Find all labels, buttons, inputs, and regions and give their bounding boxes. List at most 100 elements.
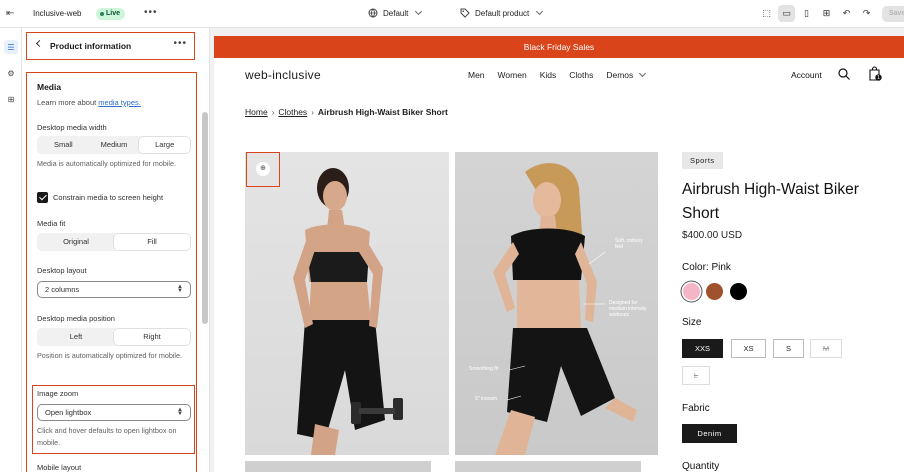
editor-rail: ☰ ⚙ ⊞ bbox=[0, 28, 22, 472]
media-settings: Media Learn more about media types. Desk… bbox=[26, 72, 197, 472]
template-selector[interactable]: Default product bbox=[460, 7, 544, 18]
store-logo[interactable]: web-inclusive bbox=[245, 68, 321, 82]
announcement-bar[interactable]: Black Friday Sales bbox=[214, 36, 904, 58]
zoom-icon[interactable]: ⊕ bbox=[256, 162, 270, 176]
image-note-inseam: 5" inseam bbox=[475, 396, 498, 402]
constrain-media-checkbox[interactable] bbox=[37, 192, 48, 203]
image-zoom-select[interactable]: Open lightbox ▲ ▼ bbox=[37, 404, 191, 421]
breadcrumb-separator-icon: › bbox=[271, 107, 275, 117]
store-preview: Black Friday Sales web-inclusive Men Wom… bbox=[214, 36, 904, 472]
product-image-detail[interactable]: Soft, cottony feel Designed for medium i… bbox=[455, 152, 658, 455]
desktop-layout-label: Desktop layout bbox=[37, 266, 87, 275]
undo-icon[interactable]: ↶ bbox=[838, 5, 855, 22]
apps-icon[interactable]: ⊞ bbox=[4, 92, 18, 106]
product-image-front[interactable] bbox=[245, 152, 449, 455]
product-title: Airbrush High-Waist Biker Short bbox=[682, 181, 859, 222]
size-option-s[interactable]: S bbox=[773, 339, 804, 358]
inspector-icon[interactable]: ⬚ bbox=[758, 5, 775, 22]
editor-topbar: ⇤ Inclusive-web Live ••• Default Default… bbox=[0, 0, 904, 28]
color-swatch-black[interactable] bbox=[730, 283, 747, 300]
media-fit-option-original[interactable]: Original bbox=[38, 234, 114, 250]
select-arrows-icon: ▲ ▼ bbox=[177, 407, 183, 417]
breadcrumb-category[interactable]: Clothes bbox=[278, 107, 307, 117]
desktop-media-width-control: Small Medium Large bbox=[37, 136, 191, 154]
desktop-media-position-label: Desktop media position bbox=[37, 314, 115, 323]
media-width-option-small[interactable]: Small bbox=[38, 137, 89, 153]
template-label: Default product bbox=[475, 8, 530, 18]
desktop-media-width-label: Desktop media width bbox=[37, 123, 107, 132]
globe-icon bbox=[368, 8, 378, 18]
store-name: Inclusive-web bbox=[33, 9, 82, 18]
media-types-link[interactable]: media types. bbox=[98, 98, 141, 107]
quantity-label: Quantity bbox=[682, 461, 720, 472]
live-status-badge: Live bbox=[96, 8, 126, 20]
product-price: $400.00 USD bbox=[682, 230, 743, 241]
save-button[interactable]: Save bbox=[882, 6, 904, 22]
media-width-option-medium[interactable]: Medium bbox=[89, 137, 140, 153]
nav-item-women[interactable]: Women bbox=[498, 70, 527, 80]
more-options-icon[interactable]: ••• bbox=[173, 38, 187, 49]
breadcrumb: Home › Clothes › Airbrush High-Waist Bik… bbox=[245, 107, 448, 117]
main-navigation: Men Women Kids Cloths Demos bbox=[468, 69, 647, 80]
section-title: Media bbox=[37, 82, 62, 92]
mobile-layout-label: Mobile layout bbox=[37, 463, 82, 472]
theme-settings-icon[interactable]: ⚙ bbox=[4, 66, 18, 80]
redo-icon[interactable]: ↷ bbox=[858, 5, 875, 22]
image-note-smoothing: Smoothing fit bbox=[469, 366, 499, 372]
product-image-thumb[interactable] bbox=[245, 461, 431, 472]
mobile-view-icon[interactable]: ▯ bbox=[798, 5, 815, 22]
fabric-option-denim[interactable]: Denim bbox=[682, 424, 737, 443]
breadcrumb-separator-icon: › bbox=[311, 107, 314, 117]
image-zoom-label: Image zoom bbox=[37, 389, 79, 398]
media-width-option-large[interactable]: Large bbox=[139, 137, 191, 153]
more-actions-icon[interactable]: ••• bbox=[144, 7, 158, 18]
size-option-l[interactable]: L bbox=[682, 366, 710, 385]
model-figure-front bbox=[293, 168, 403, 455]
learn-more-text: Learn more about media types. bbox=[37, 98, 141, 107]
color-swatch-brown[interactable] bbox=[706, 283, 723, 300]
media-position-option-left[interactable]: Left bbox=[38, 329, 114, 345]
image-note-soft: Soft, cottony feel bbox=[615, 238, 643, 250]
chevron-down-icon bbox=[639, 69, 647, 78]
nav-item-men[interactable]: Men bbox=[468, 70, 485, 80]
breadcrumb-home[interactable]: Home bbox=[245, 107, 268, 117]
panel-header: Product information ••• bbox=[26, 32, 195, 60]
product-image-thumb[interactable] bbox=[455, 461, 641, 472]
panel-scrollbar[interactable] bbox=[202, 112, 208, 324]
view-controls: ⬚ ▭ ▯ ⊞ ↶ ↷ bbox=[758, 5, 875, 22]
nav-item-cloths[interactable]: Cloths bbox=[569, 70, 593, 80]
size-option-xxs[interactable]: XXS bbox=[682, 339, 723, 358]
media-fit-label: Media fit bbox=[37, 219, 66, 228]
color-swatch-pink[interactable] bbox=[683, 283, 700, 300]
search-icon[interactable] bbox=[838, 68, 850, 80]
color-label: Color: Pink bbox=[682, 262, 731, 273]
media-fit-control: Original Fill bbox=[37, 233, 191, 251]
chevron-down-icon bbox=[536, 7, 544, 16]
desktop-view-icon[interactable]: ▭ bbox=[778, 5, 795, 22]
media-optimized-help: Media is automatically optimized for mob… bbox=[37, 159, 177, 168]
size-option-xs[interactable]: XS bbox=[731, 339, 766, 358]
media-position-option-right[interactable]: Right bbox=[114, 329, 190, 345]
nav-item-demos[interactable]: Demos bbox=[606, 69, 647, 80]
size-option-m[interactable]: M bbox=[810, 339, 842, 358]
panel-title: Product information bbox=[50, 41, 132, 51]
sections-icon[interactable]: ☰ bbox=[4, 40, 18, 54]
exit-icon[interactable]: ⇤ bbox=[6, 8, 18, 20]
settings-panel: Product information ••• Media Learn more… bbox=[22, 28, 210, 472]
desktop-layout-select[interactable]: 2 columns ▲ ▼ bbox=[37, 281, 191, 298]
theme-selector[interactable]: Default bbox=[368, 7, 423, 18]
nav-item-kids[interactable]: Kids bbox=[540, 70, 557, 80]
account-link[interactable]: Account bbox=[791, 70, 822, 80]
theme-label: Default bbox=[383, 8, 409, 18]
image-zoom-help: Click and hover defaults to open lightbo… bbox=[37, 426, 177, 447]
chevron-down-icon bbox=[415, 7, 423, 16]
media-fit-option-fill[interactable]: Fill bbox=[114, 234, 190, 250]
back-icon[interactable] bbox=[35, 39, 44, 48]
fullscreen-view-icon[interactable]: ⊞ bbox=[818, 5, 835, 22]
breadcrumb-current: Airbrush High-Waist Biker Short bbox=[317, 107, 448, 117]
desktop-media-position-control: Left Right bbox=[37, 328, 191, 346]
size-label: Size bbox=[682, 317, 702, 328]
fabric-label: Fabric bbox=[682, 403, 710, 414]
product-tag: Sports bbox=[682, 152, 723, 169]
cart-count-badge: 1 bbox=[877, 75, 881, 81]
